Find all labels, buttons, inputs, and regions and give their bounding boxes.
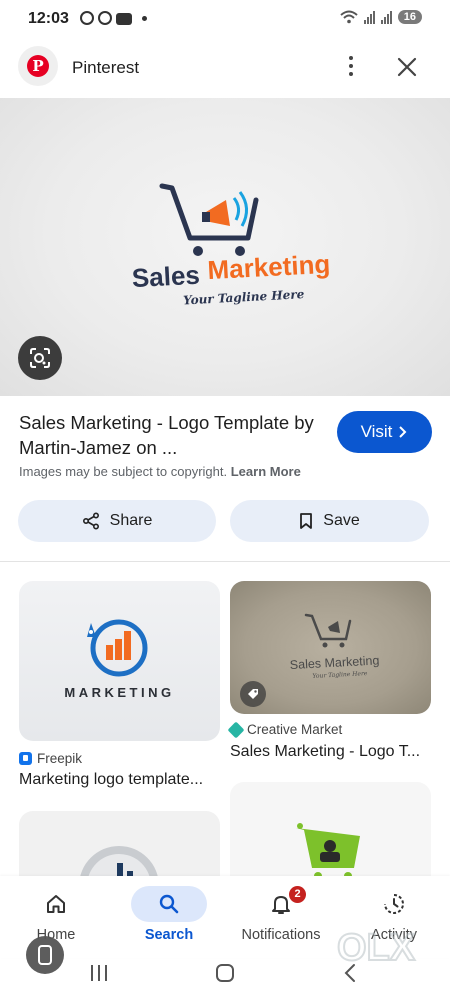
save-label: Save — [323, 512, 360, 529]
more-notifications-icon — [142, 15, 147, 21]
google-lens-button[interactable] — [18, 336, 62, 380]
related-source-1-name: Freepik — [37, 751, 83, 766]
whatsapp-icon — [98, 11, 112, 25]
search-icon — [159, 894, 179, 914]
more-options-icon[interactable] — [340, 54, 362, 78]
battery-icon: 16 — [397, 10, 422, 24]
result-title[interactable]: Sales Marketing - Logo Template by Marti… — [19, 410, 329, 460]
related-title-2[interactable]: Sales Marketing - Logo T... — [230, 743, 430, 761]
hero-brand-word-1: Sales — [131, 260, 200, 294]
nav-notifications-label: Notifications — [241, 927, 321, 943]
visit-label: Visit — [360, 422, 393, 441]
signal-1-icon — [363, 10, 375, 24]
status-time: 12:03 — [28, 10, 69, 27]
share-button[interactable]: Share — [18, 500, 216, 542]
freepik-favicon-icon — [19, 752, 32, 765]
related-source-2: Creative Market — [227, 721, 343, 738]
chrome-icon — [80, 11, 94, 25]
home-icon — [47, 895, 65, 913]
wifi-icon — [340, 10, 358, 24]
save-button[interactable]: Save — [230, 500, 429, 542]
related-image-1[interactable]: MARKETING — [19, 581, 220, 741]
divider — [0, 561, 450, 562]
recent-apps-icon[interactable] — [89, 964, 109, 982]
related-image-2-tagline: Your Tagline Here — [312, 670, 368, 680]
sales-marketing-logo: Sales Marketing Your Tagline Here — [131, 183, 330, 307]
home-system-icon[interactable] — [215, 963, 235, 983]
product-tag-icon — [240, 681, 266, 707]
bookmark-icon — [300, 513, 313, 529]
marketing-logo-graphic — [87, 619, 148, 677]
related-source-2-name: Creative Market — [247, 722, 343, 737]
site-title: Pinterest — [72, 58, 140, 77]
system-icons: 16 — [340, 10, 422, 24]
pinterest-logo-icon: P — [18, 46, 58, 86]
creative-market-favicon-icon — [227, 721, 245, 738]
copyright-notice: Images may be subject to copyright. Lear… — [19, 464, 301, 479]
hero-tagline: Your Tagline Here — [183, 287, 305, 307]
notification-icons — [80, 11, 147, 25]
nav-search[interactable]: Search — [114, 876, 224, 943]
nav-notifications[interactable]: 2 Notifications — [226, 876, 336, 943]
hero-image[interactable]: Sales Marketing Your Tagline Here — [0, 98, 450, 396]
share-label: Share — [109, 512, 153, 529]
related-image-2[interactable]: Sales Marketing Your Tagline Here — [230, 581, 431, 714]
visit-button[interactable]: Visit — [337, 411, 432, 453]
close-icon[interactable] — [396, 56, 418, 78]
nav-search-label: Search — [144, 927, 194, 943]
lens-icon — [30, 348, 50, 368]
nav-home[interactable]: Home — [1, 876, 111, 943]
notification-badge: 2 — [289, 886, 306, 903]
related-source-1: Freepik — [19, 751, 82, 766]
youtube-icon — [116, 12, 132, 25]
activity-icon — [384, 894, 404, 914]
copyright-text: Images may be subject to copyright. — [19, 464, 228, 479]
chevron-right-icon — [399, 426, 407, 438]
related-image-1-text: MARKETING — [64, 685, 175, 700]
system-navigation-bar — [0, 950, 450, 1000]
browser-header: P Pinterest — [0, 42, 450, 94]
back-icon[interactable] — [343, 963, 357, 983]
related-title-1[interactable]: Marketing logo template... — [19, 771, 219, 789]
hero-brand-word-2: Marketing — [207, 249, 330, 285]
signal-2-icon — [380, 10, 392, 24]
learn-more-link[interactable]: Learn More — [231, 464, 301, 479]
share-icon — [82, 512, 99, 530]
status-bar: 12:03 16 — [0, 0, 450, 38]
